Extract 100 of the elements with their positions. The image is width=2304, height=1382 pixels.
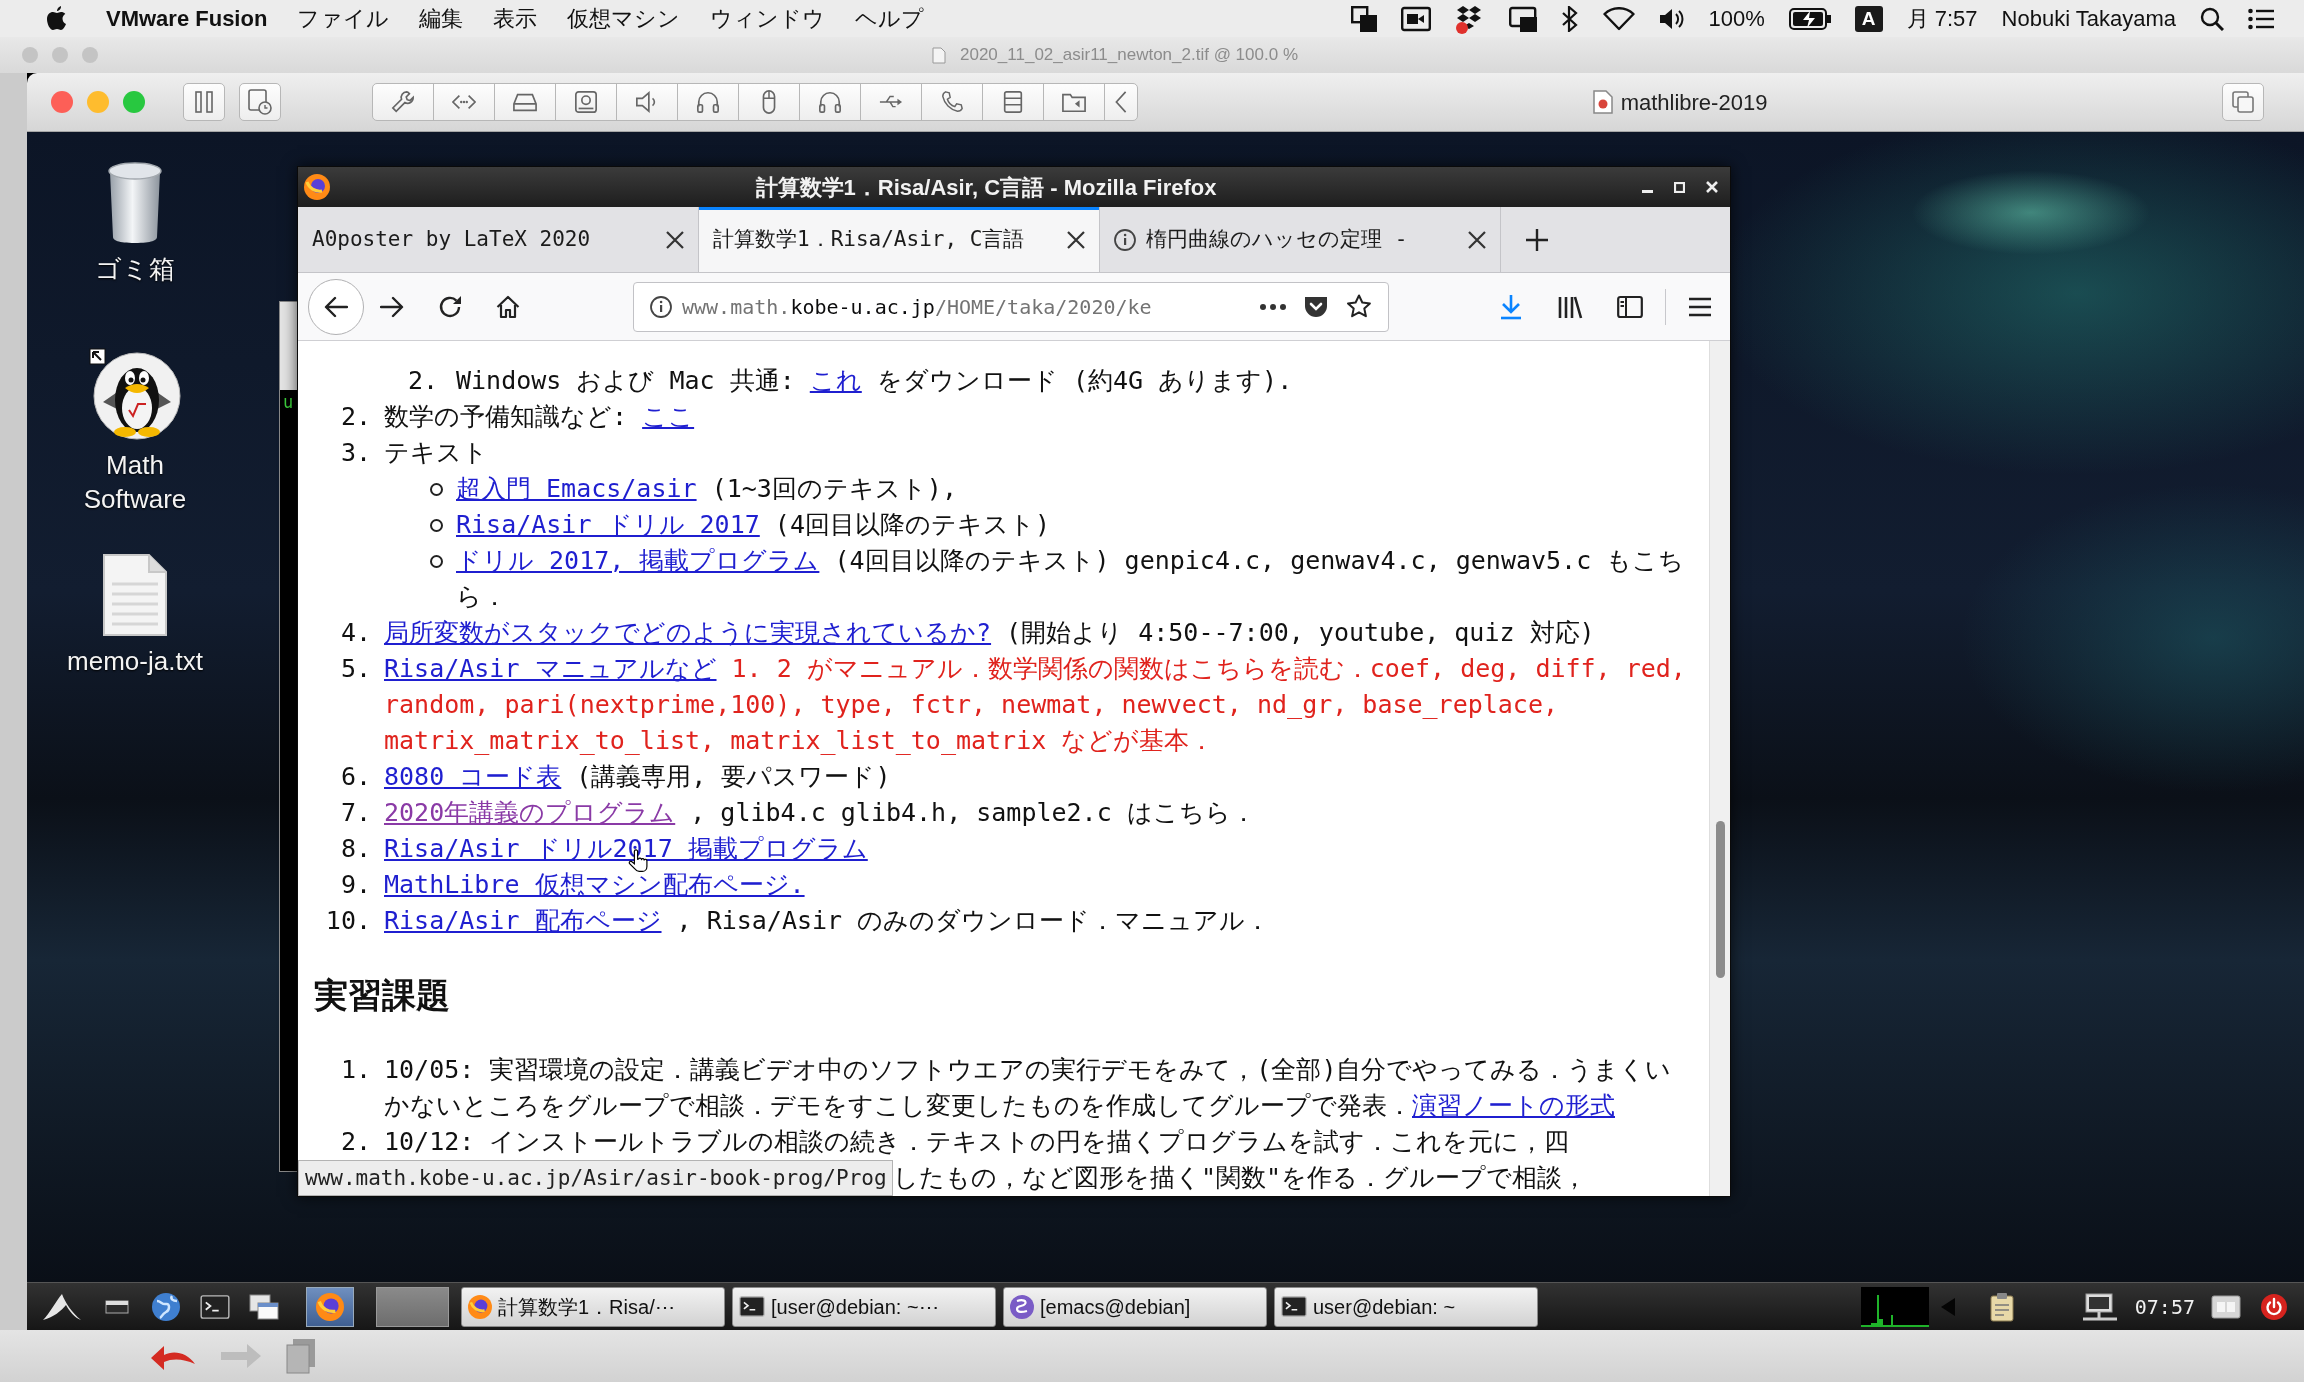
menu-clock[interactable]: 月 7:57 <box>1906 2 1978 35</box>
search-icon[interactable] <box>2200 6 2224 31</box>
cpu-graph-icon <box>1860 1286 1929 1327</box>
list-item-text: 2020年講義のプログラム , glib4.c glib4.h, sample2.c はこちら． <box>384 798 1256 827</box>
menu-item[interactable]: ファイル <box>297 2 390 35</box>
link[interactable]: ここ <box>642 402 695 431</box>
start-menu-icon <box>42 1292 82 1321</box>
scrollbar-thumb[interactable] <box>1715 821 1725 978</box>
toolbar-button[interactable] <box>799 83 861 121</box>
toolbar-button[interactable] <box>982 83 1044 121</box>
list-number: 10. <box>325 906 371 935</box>
list-number: 5. <box>340 654 371 683</box>
list-number: 8. <box>340 834 371 863</box>
network-icon[interactable] <box>2081 1292 2118 1321</box>
menu-item[interactable]: 編集 <box>419 2 464 35</box>
address-bar[interactable]: www.math.kobe-u.ac.jp/HOME/taka/2020/ke <box>633 281 1389 332</box>
task-button[interactable]: [emacs@debian] <box>1003 1286 1267 1327</box>
power-icon[interactable] <box>2261 1293 2287 1320</box>
toolbar-button[interactable] <box>616 83 678 121</box>
menu-item[interactable]: 表示 <box>493 2 538 35</box>
star-icon[interactable] <box>1346 294 1372 319</box>
list-item-text: 10/12: インストールトラブルの相談の続き．テキストの円を描くプログラムを試す．これを元に，四 <box>384 1127 1570 1156</box>
link[interactable]: 8080 コード表 <box>384 762 562 791</box>
home-icon[interactable] <box>496 294 520 319</box>
windows-icon <box>249 1293 279 1320</box>
toolbar-button[interactable] <box>1104 83 1138 121</box>
terminal-text: u <box>282 392 294 412</box>
tab[interactable]: 楕円曲線のハッセの定理 - <box>1100 207 1501 272</box>
link[interactable]: ドリル 2017, 掲載プログラム <box>456 546 820 575</box>
wifi-icon[interactable] <box>1602 6 1635 31</box>
link[interactable]: Risa/Asir ドリル2017 掲載プログラム <box>384 834 868 863</box>
forward-arrow-icon[interactable] <box>380 295 404 318</box>
task-button[interactable]: user@debian: ~ <box>1274 1286 1538 1327</box>
panel-icon[interactable] <box>2211 1294 2241 1319</box>
toolbar-button[interactable] <box>738 83 800 121</box>
close-icon[interactable] <box>1468 230 1486 249</box>
toolbar-button[interactable] <box>433 83 495 121</box>
workspace-pager[interactable] <box>376 1286 449 1327</box>
app-menu[interactable]: VMware Fusion <box>106 2 268 35</box>
url-text: www.math.kobe-u.ac.jp/HOME/taka/2020/ke <box>682 293 1153 321</box>
trash-can-icon[interactable] <box>107 162 163 244</box>
menu-item[interactable]: 仮想マシン <box>567 2 681 35</box>
new-tab-plus-icon[interactable] <box>1525 227 1549 252</box>
screen-icon[interactable] <box>1508 5 1537 32</box>
input-source[interactable]: A <box>1854 5 1883 32</box>
toolbar-button[interactable] <box>677 83 739 121</box>
toolbar-button[interactable] <box>921 83 983 121</box>
tab[interactable]: 計算数学1．Risa/Asir, C言語 <box>699 207 1100 272</box>
launcher-button[interactable] <box>306 1286 354 1327</box>
link[interactable]: 局所変数がスタックでどのように実現されているか? <box>384 618 992 647</box>
task-button[interactable]: 計算数学1．Risa/⋯ <box>461 1286 725 1327</box>
reload-icon[interactable] <box>438 294 462 319</box>
snapshot-button[interactable] <box>239 83 281 121</box>
list-item-text: ドリル 2017, 掲載プログラム (4回目以降のテキスト) genpic4.c, genwav4.c, genwav5.c もこちら． <box>456 546 1685 611</box>
link[interactable]: MathLibre 仮想マシン配布ページ. <box>384 870 805 899</box>
overlapping-squares-icon[interactable] <box>1350 5 1377 32</box>
apple-icon[interactable] <box>46 5 68 32</box>
task-button[interactable]: [user@debian: ~⋯ <box>732 1286 996 1327</box>
video-camera-icon[interactable] <box>1400 5 1431 32</box>
link[interactable]: Risa/Asir ドリル 2017 <box>456 510 760 539</box>
icon-label: ゴミ箱 <box>94 253 176 286</box>
menu-item[interactable]: ウィンドウ <box>710 2 826 35</box>
sidebar-icon[interactable] <box>1617 294 1643 319</box>
window-button[interactable] <box>2222 83 2264 121</box>
close-icon[interactable] <box>666 230 684 249</box>
close-icon[interactable] <box>1067 230 1085 249</box>
menu-item[interactable]: ヘルプ <box>855 2 925 35</box>
toolbar-button[interactable] <box>372 83 434 121</box>
link[interactable]: これ <box>809 366 862 395</box>
menu-icon[interactable] <box>1688 296 1712 317</box>
link[interactable]: Risa/Asir 配布ページ <box>384 906 662 935</box>
pocket-icon[interactable] <box>1304 295 1328 318</box>
text-file-icon[interactable] <box>103 554 167 636</box>
toolbar-button[interactable] <box>494 83 556 121</box>
more-dots-icon[interactable] <box>1260 303 1286 310</box>
library-icon[interactable] <box>1557 294 1583 319</box>
download-icon[interactable] <box>1499 293 1523 320</box>
toolbar-button[interactable] <box>555 83 617 121</box>
taskbar-clock[interactable]: 07:57 <box>2134 1291 2195 1322</box>
penguin-icon[interactable] <box>89 348 181 440</box>
clipboard-icon[interactable] <box>1988 1291 2015 1322</box>
list-number: 3. <box>340 438 371 467</box>
list-item-text: 8080 コード表 (講義専用, 要パスワード) <box>384 762 891 791</box>
link[interactable]: Risa/Asir マニュアルなど <box>384 654 717 683</box>
toolbar-button[interactable] <box>860 83 922 121</box>
toolbar-button[interactable] <box>1043 83 1105 121</box>
link[interactable]: 2020年講義のプログラム <box>384 798 676 827</box>
user-name[interactable]: Nobuki Takayama <box>2001 2 2176 35</box>
browser-icon[interactable] <box>304 174 330 200</box>
battery-charging-icon[interactable] <box>1788 6 1831 31</box>
maximize-icon[interactable] <box>1674 181 1685 193</box>
link[interactable]: 演習ノートの形式 <box>1412 1091 1615 1120</box>
pause-icon <box>194 91 214 113</box>
info-icon[interactable] <box>650 295 672 318</box>
list-icon[interactable] <box>2248 7 2274 30</box>
browser-icon[interactable] <box>316 1292 344 1321</box>
link[interactable]: 超入門 Emacs/asir <box>456 474 697 503</box>
browser-icon[interactable] <box>468 1294 492 1319</box>
pause-button[interactable] <box>183 83 225 121</box>
bluetooth-icon[interactable] <box>1560 5 1579 32</box>
